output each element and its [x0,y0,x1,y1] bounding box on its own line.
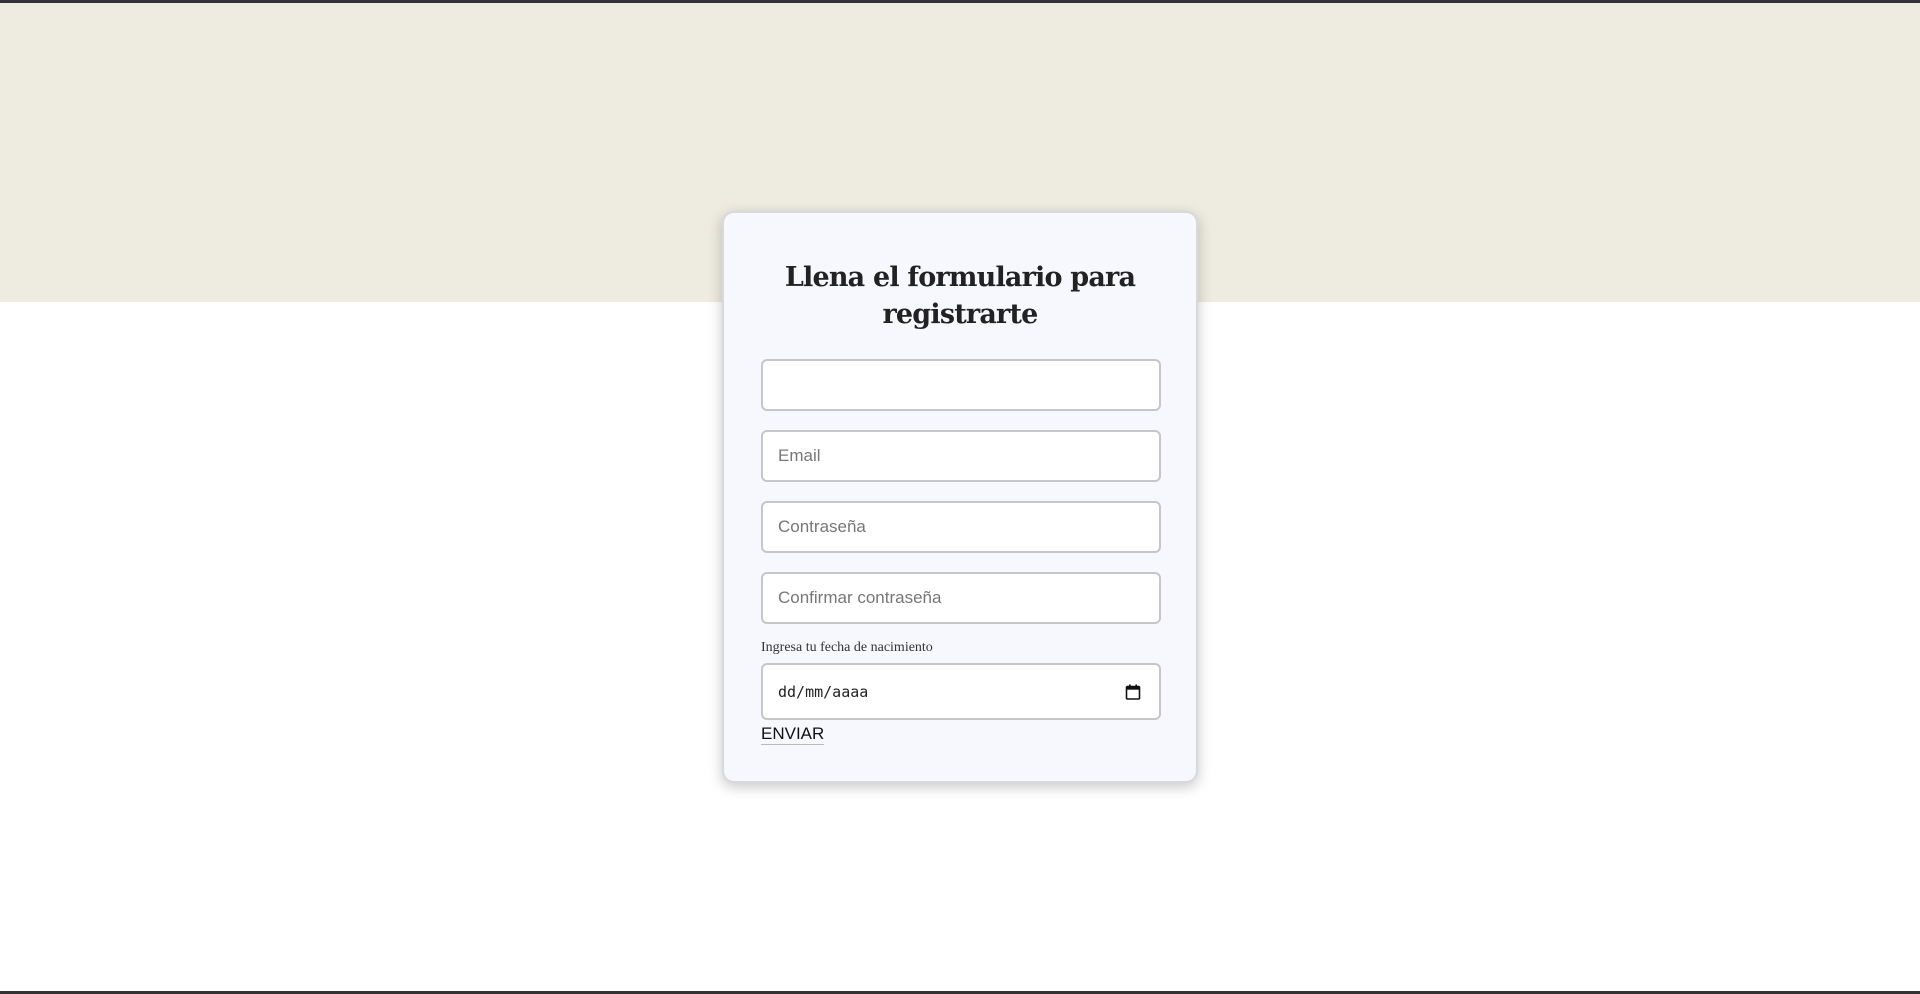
form-title: Llena el formulario para registrarte [784,262,1136,330]
calendar-icon[interactable] [1125,684,1141,700]
confirm-password-input[interactable] [761,572,1161,624]
birthdate-value: dd/mm/aaaa [778,682,869,701]
name-input[interactable] [761,359,1161,411]
email-input[interactable] [761,430,1161,482]
birthdate-input[interactable]: dd/mm/aaaa [761,663,1161,720]
submit-button[interactable]: ENVIAR [761,723,825,745]
registration-form-card: Llena el formulario para registrarte Ing… [722,211,1198,783]
birthdate-label: Ingresa tu fecha de nacimiento [761,640,933,655]
password-input[interactable] [761,501,1161,553]
